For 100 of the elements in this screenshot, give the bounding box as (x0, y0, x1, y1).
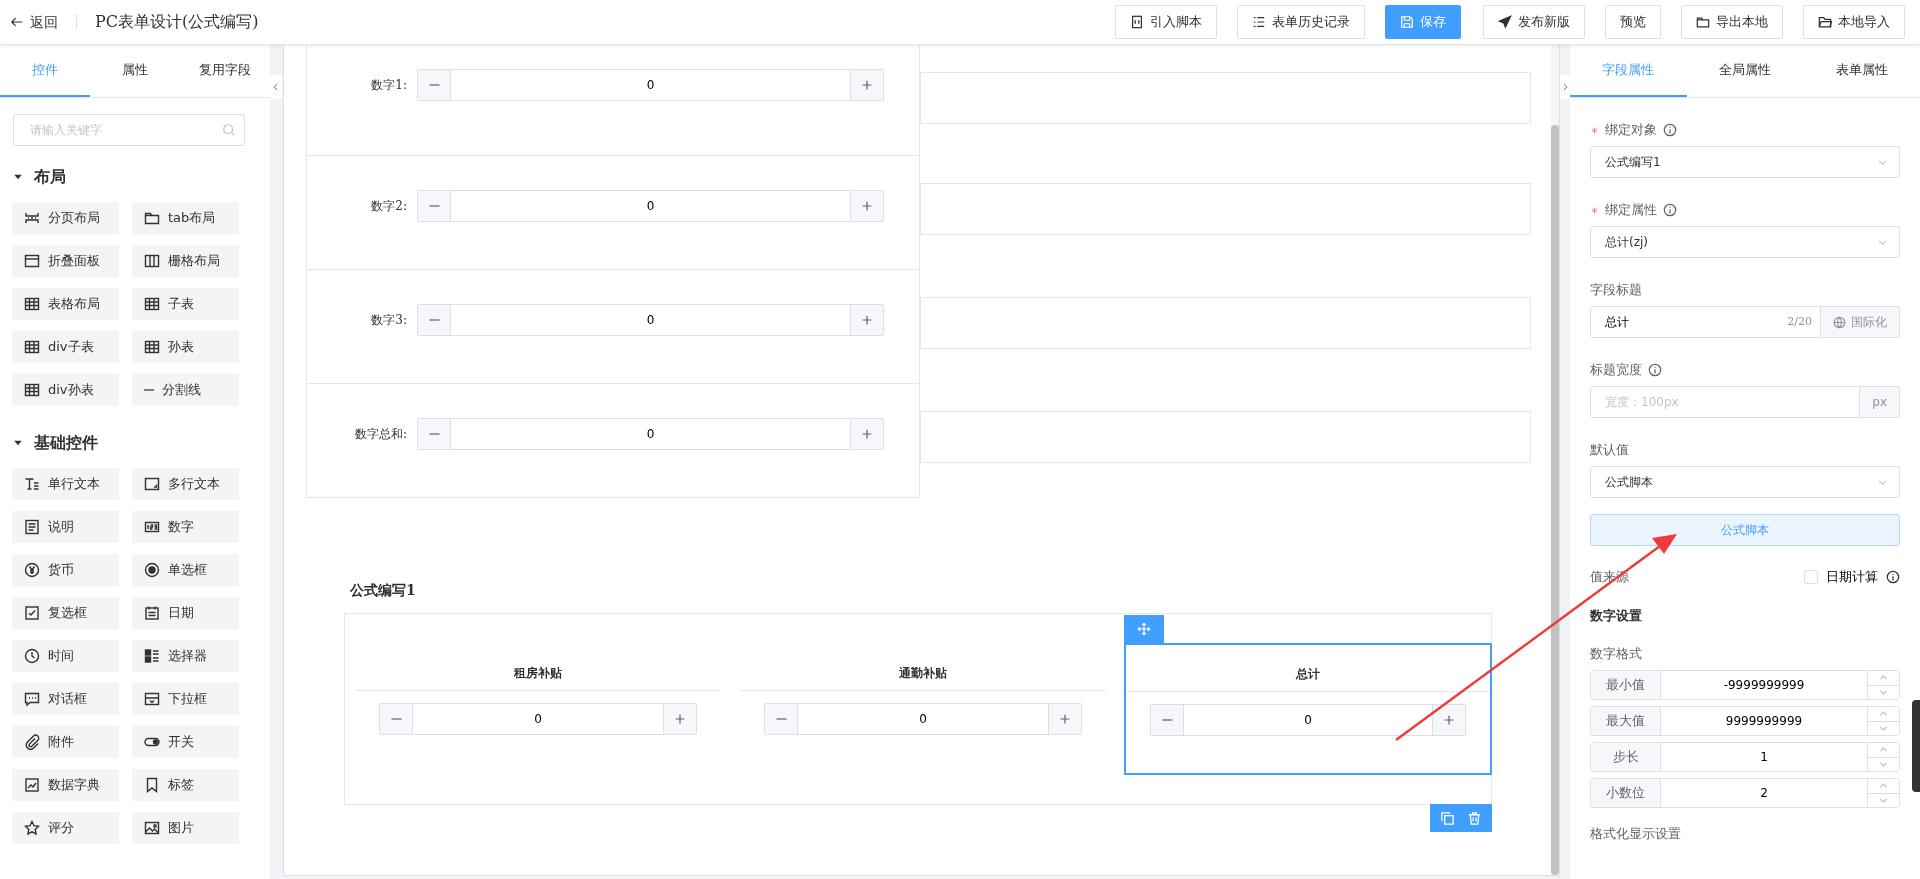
component-item[interactable]: 图片 (132, 812, 239, 844)
number-field[interactable]: 0 (450, 70, 851, 100)
panel-tab[interactable]: 属性 (90, 45, 180, 97)
table-icon (144, 296, 160, 312)
number-stepper[interactable]: 0 (417, 189, 884, 222)
table-icon (24, 296, 40, 312)
component-item[interactable]: 复选框 (12, 597, 119, 629)
text-icon (24, 476, 40, 492)
component-item[interactable]: 下拉框 (132, 683, 239, 715)
select-field[interactable]: 总计(zj) (1590, 226, 1900, 258)
component-item[interactable]: 日期 (132, 597, 239, 629)
toolbar-button[interactable]: 本地导入 (1803, 5, 1905, 39)
subform-column[interactable]: 租房补贴 0 (354, 643, 722, 775)
component-item[interactable]: 对话框 (12, 683, 119, 715)
scrollbar[interactable] (1551, 45, 1559, 875)
number-input[interactable]: 最大值 9999999999 (1590, 706, 1900, 736)
back-button[interactable]: 返回 (10, 11, 58, 33)
collapse-right-button[interactable] (1560, 75, 1570, 99)
search-field[interactable]: 请输入关键字 (13, 114, 245, 146)
plus-button[interactable] (664, 704, 696, 734)
tray-icon (144, 691, 160, 707)
width-field[interactable]: 宽度：100px (1590, 386, 1861, 418)
number-stepper[interactable]: 0 (379, 703, 697, 735)
number-field[interactable]: 0 (1183, 705, 1433, 735)
number-field[interactable]: 0 (450, 304, 851, 335)
component-item[interactable]: 单选框 (132, 554, 239, 586)
plus-button[interactable] (1433, 705, 1465, 735)
subform-column[interactable]: 总计 0 (1124, 643, 1492, 775)
component-item[interactable]: 标签 (132, 769, 239, 801)
component-item[interactable]: 评分 (12, 812, 119, 844)
component-item[interactable]: 时间 (12, 640, 119, 672)
component-item[interactable]: div子表 (12, 331, 119, 363)
plus-button[interactable] (1049, 704, 1081, 734)
panel-tab[interactable]: 复用字段 (180, 45, 270, 97)
component-item[interactable]: 说明 (12, 511, 119, 543)
minus-button[interactable] (418, 418, 450, 449)
character-counter: 2/20 (1787, 313, 1812, 330)
minus-icon (428, 318, 440, 321)
collapse-left-button[interactable] (270, 75, 282, 99)
folder-icon (1696, 15, 1710, 29)
toolbar-button[interactable]: 预览 (1605, 5, 1661, 39)
minus-button[interactable] (418, 70, 450, 100)
panel-tab[interactable]: 表单属性 (1803, 45, 1920, 97)
text-field[interactable]: 总计 2/20 (1590, 306, 1821, 338)
number-field[interactable]: 0 (450, 190, 851, 221)
component-item[interactable]: 选择器 (132, 640, 239, 672)
number-stepper[interactable]: 0 (1150, 704, 1466, 736)
component-item[interactable]: tab布局 (132, 202, 239, 234)
section-heading: 数字设置 (1590, 607, 1643, 625)
component-item[interactable]: 子表 (132, 288, 239, 320)
plus-button[interactable] (851, 418, 883, 449)
plus-button[interactable] (851, 304, 883, 335)
minus-button[interactable] (765, 704, 797, 734)
number-stepper[interactable]: 0 (417, 417, 884, 450)
number-field[interactable]: 0 (450, 418, 851, 449)
bracket-icon (24, 210, 40, 226)
toolbar-button[interactable]: 表单历史记录 (1237, 5, 1365, 39)
component-item[interactable]: 分割线 (132, 374, 239, 406)
component-item[interactable]: 多行文本 (132, 468, 239, 500)
component-item[interactable]: 开关 (132, 726, 239, 758)
panel-tab[interactable]: 全局属性 (1686, 45, 1804, 97)
search-icon (222, 123, 236, 137)
select-field[interactable]: 公式编写1 (1590, 146, 1900, 178)
field-label: 标题宽度 (1590, 361, 1642, 380)
move-handle[interactable] (1124, 615, 1164, 643)
component-item[interactable]: 栅格布局 (132, 245, 239, 277)
subform-column[interactable]: 通勤补贴 0 (739, 643, 1107, 775)
number-input[interactable]: 小数位 2 (1590, 778, 1900, 808)
send-icon (1498, 15, 1512, 29)
select-field[interactable]: 公式脚本 (1590, 466, 1900, 498)
number-field[interactable]: 0 (797, 704, 1049, 734)
number-field[interactable]: 0 (412, 704, 664, 734)
chart-icon (24, 777, 40, 793)
number-input[interactable]: 最小值 -9999999999 (1590, 670, 1900, 700)
toolbar-button[interactable]: 导出本地 (1681, 5, 1783, 39)
toolbar-button[interactable]: 发布新版 (1483, 5, 1585, 39)
component-item[interactable]: 折叠面板 (12, 245, 119, 277)
component-item[interactable]: 表格布局 (12, 288, 119, 320)
component-item[interactable]: 单行文本 (12, 468, 119, 500)
move-icon (1137, 622, 1151, 636)
minus-button[interactable] (380, 704, 412, 734)
component-item[interactable]: 分页布局 (12, 202, 119, 234)
component-item[interactable]: 孙表 (132, 331, 239, 363)
checkbox[interactable]: 日期计算 (1804, 567, 1878, 587)
toolbar-button[interactable]: 引入脚本 (1115, 5, 1217, 39)
component-item[interactable]: 数据字典 (12, 769, 119, 801)
number-input[interactable]: 步长 1 (1590, 742, 1900, 772)
number-stepper[interactable]: 0 (764, 703, 1082, 735)
plus-button[interactable] (851, 190, 883, 221)
minus-button[interactable] (1151, 705, 1183, 735)
table-icon (24, 382, 40, 398)
component-item[interactable]: 数字 (132, 511, 239, 543)
number-stepper[interactable]: 0 (417, 69, 884, 101)
component-item[interactable]: div孙表 (12, 374, 119, 406)
minus-button[interactable] (418, 304, 450, 335)
component-item[interactable]: 附件 (12, 726, 119, 758)
number-stepper[interactable]: 0 (417, 303, 884, 336)
plus-button[interactable] (851, 70, 883, 100)
component-item[interactable]: 货币 (12, 554, 119, 586)
minus-button[interactable] (418, 190, 450, 221)
